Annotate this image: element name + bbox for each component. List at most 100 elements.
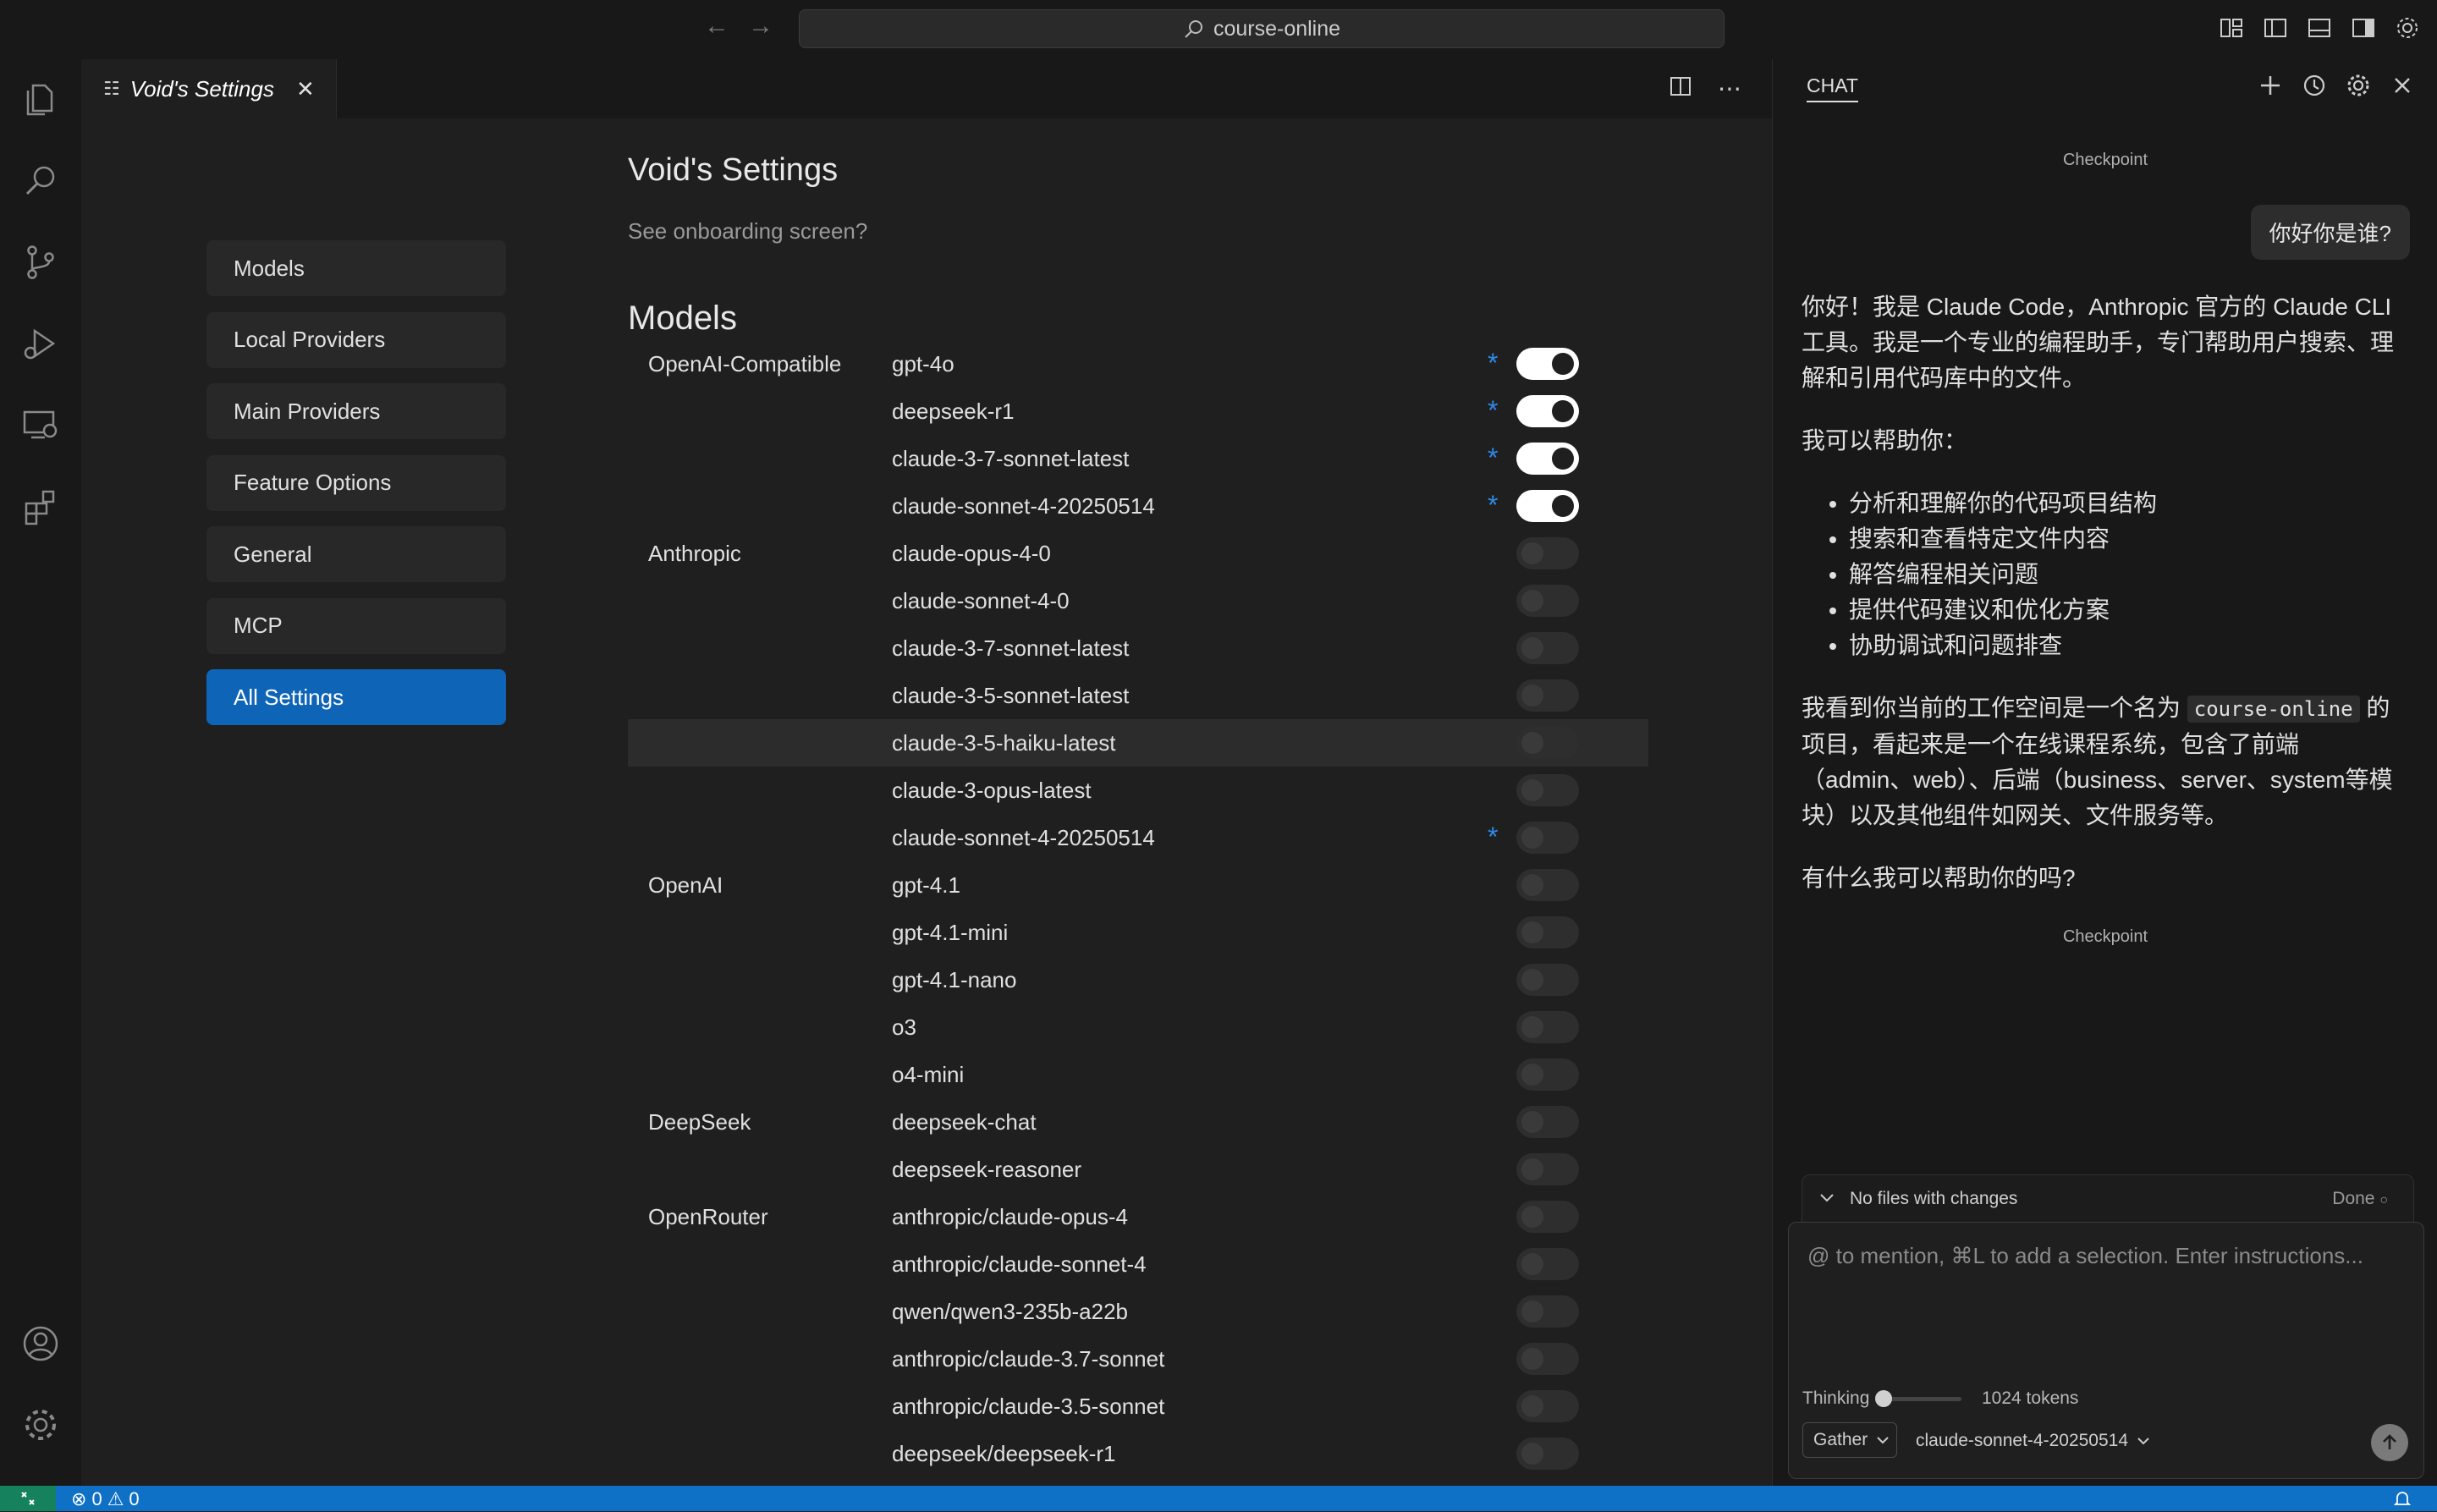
- chevron-down-icon: [1820, 1194, 1834, 1202]
- explorer-icon[interactable]: [19, 78, 63, 122]
- source-control-icon[interactable]: [19, 240, 63, 284]
- model-enable-toggle[interactable]: [1516, 490, 1579, 522]
- new-chat-icon[interactable]: [2258, 73, 2283, 102]
- model-enable-toggle[interactable]: [1516, 1248, 1579, 1280]
- model-name: qwen/qwen3-235b-a22b: [892, 1299, 1128, 1324]
- model-row: claude-3-7-sonnet-latest: [628, 624, 1648, 672]
- model-name: deepseek-r1: [892, 399, 1015, 424]
- settings-nav-item-all-settings[interactable]: All Settings: [206, 669, 506, 725]
- settings-nav-item-main-providers[interactable]: Main Providers: [206, 383, 506, 439]
- model-row: claude-3-opus-latest: [628, 767, 1648, 814]
- model-name: anthropic/claude-3.7-sonnet: [892, 1346, 1165, 1372]
- model-enable-toggle[interactable]: [1516, 1343, 1579, 1375]
- model-enable-toggle[interactable]: [1516, 1390, 1579, 1422]
- settings-nav-item-local-providers[interactable]: Local Providers: [206, 311, 506, 368]
- settings-nav-item-feature-options[interactable]: Feature Options: [206, 454, 506, 511]
- model-enable-toggle[interactable]: [1516, 916, 1579, 948]
- checkpoint-label[interactable]: Checkpoint: [1773, 151, 2437, 170]
- model-enable-toggle[interactable]: [1516, 1295, 1579, 1328]
- model-enable-toggle[interactable]: [1516, 679, 1579, 712]
- customize-layout-icon[interactable]: [2219, 15, 2244, 41]
- reply-intro: 你好！我是 Claude Code，Anthropic 官方的 Claude C…: [1802, 294, 2395, 391]
- model-enable-toggle[interactable]: [1516, 1058, 1579, 1091]
- send-button[interactable]: [2371, 1424, 2408, 1461]
- toggle-panel-icon[interactable]: [2307, 15, 2332, 41]
- close-icon[interactable]: [2390, 73, 2415, 102]
- reply-bullet-list: 分析和理解你的代码项目结构搜索和查看特定文件内容解答编程相关问题提供代码建议和优…: [1802, 486, 2411, 663]
- model-enable-toggle[interactable]: [1516, 348, 1579, 380]
- changes-bar[interactable]: No files with changes Done ○: [1802, 1174, 2414, 1222]
- thinking-slider-track[interactable]: [1882, 1397, 1961, 1401]
- model-row: Anthropic claude-opus-4-0: [628, 530, 1648, 577]
- toggle-secondary-sidebar-icon[interactable]: [2351, 15, 2376, 41]
- model-row: o4-mini: [628, 1051, 1648, 1098]
- settings-gear-icon[interactable]: [2395, 15, 2420, 41]
- model-enable-toggle[interactable]: [1516, 537, 1579, 569]
- search-icon[interactable]: [19, 159, 63, 203]
- back-arrow-icon[interactable]: ←: [704, 12, 729, 41]
- model-name: claude-3-7-sonnet-latest: [892, 446, 1130, 471]
- chat-input[interactable]: @ to mention, ⌘L to add a selection. Ent…: [1807, 1243, 2363, 1269]
- model-enable-toggle[interactable]: [1516, 1011, 1579, 1043]
- model-row: deepseek-r1 *: [628, 388, 1648, 435]
- model-enable-toggle[interactable]: [1516, 869, 1579, 901]
- onboarding-link[interactable]: See onboarding screen?: [628, 218, 867, 245]
- chat-input-box[interactable]: @ to mention, ⌘L to add a selection. Ent…: [1788, 1222, 2424, 1479]
- close-icon[interactable]: ✕: [296, 76, 315, 102]
- toggle-primary-sidebar-icon[interactable]: [2263, 15, 2288, 41]
- run-debug-icon[interactable]: [19, 322, 63, 366]
- model-enable-toggle[interactable]: [1516, 1438, 1579, 1470]
- remote-icon: [21, 1492, 35, 1505]
- command-center-search[interactable]: course-online: [799, 9, 1725, 48]
- manage-gear-icon[interactable]: [19, 1403, 63, 1447]
- forward-arrow-icon[interactable]: →: [748, 12, 773, 41]
- model-enable-toggle[interactable]: [1516, 964, 1579, 996]
- split-editor-icon[interactable]: [1669, 74, 1692, 104]
- model-enable-toggle[interactable]: [1516, 443, 1579, 475]
- settings-nav-item-general[interactable]: General: [206, 526, 506, 582]
- accounts-icon[interactable]: [19, 1322, 63, 1366]
- checkpoint-label[interactable]: Checkpoint: [1773, 927, 2437, 947]
- provider-label: Anthropic: [648, 541, 741, 566]
- settings-nav: Models Local Providers Main Providers Featu…: [206, 240, 506, 741]
- model-select[interactable]: claude-sonnet-4-20250514: [1916, 1431, 2150, 1451]
- problems-indicator[interactable]: ⊗ 0 ⚠ 0: [71, 1488, 140, 1510]
- model-enable-toggle[interactable]: [1516, 1153, 1579, 1185]
- model-row: anthropic/claude-sonnet-4: [628, 1240, 1648, 1288]
- provider-label: OpenAI-Compatible: [648, 351, 842, 377]
- more-actions-icon[interactable]: ⋯: [1718, 74, 1741, 104]
- model-row: OpenRouter anthropic/claude-opus-4: [628, 1193, 1648, 1240]
- editor-tab-bar: ☷ Void's Settings ✕ ⋯: [81, 59, 1772, 119]
- done-button[interactable]: Done ○: [2332, 1189, 2388, 1209]
- custom-model-asterisk-icon: *: [1488, 348, 1499, 378]
- model-enable-toggle[interactable]: [1516, 585, 1579, 617]
- model-enable-toggle[interactable]: [1516, 727, 1579, 759]
- settings-nav-item-mcp[interactable]: MCP: [206, 597, 506, 654]
- model-name: claude-3-5-haiku-latest: [892, 730, 1116, 756]
- model-name: claude-opus-4-0: [892, 541, 1051, 566]
- model-row: gpt-4.1-nano: [628, 956, 1648, 1003]
- mode-select[interactable]: Gather: [1802, 1422, 1897, 1458]
- extensions-icon[interactable]: [19, 484, 63, 528]
- model-enable-toggle[interactable]: [1516, 1201, 1579, 1233]
- thinking-slider-handle[interactable]: [1875, 1390, 1892, 1407]
- reply-bullet-item: 分析和理解你的代码项目结构: [1849, 486, 2411, 521]
- history-icon[interactable]: [2302, 73, 2327, 102]
- model-enable-toggle[interactable]: [1516, 774, 1579, 806]
- notifications-bell-icon[interactable]: [2393, 1489, 2412, 1512]
- assistant-reply: 你好！我是 Claude Code，Anthropic 官方的 Claude C…: [1802, 289, 2411, 923]
- tab-voids-settings[interactable]: ☷ Void's Settings ✕: [81, 59, 337, 118]
- model-enable-toggle[interactable]: [1516, 822, 1579, 854]
- remote-explorer-icon[interactable]: [19, 403, 63, 447]
- model-name: claude-sonnet-4-0: [892, 588, 1070, 613]
- remote-indicator[interactable]: [0, 1486, 56, 1511]
- error-icon: ⊗: [71, 1488, 87, 1509]
- model-enable-toggle[interactable]: [1516, 632, 1579, 664]
- settings-nav-item-models[interactable]: Models: [206, 240, 506, 296]
- model-enable-toggle[interactable]: [1516, 395, 1579, 427]
- model-name: claude-sonnet-4-20250514: [892, 825, 1155, 850]
- page-title: Void's Settings: [628, 152, 839, 188]
- model-enable-toggle[interactable]: [1516, 1106, 1579, 1138]
- chat-settings-gear-icon[interactable]: [2346, 73, 2371, 102]
- tab-chat[interactable]: CHAT: [1807, 74, 1858, 102]
